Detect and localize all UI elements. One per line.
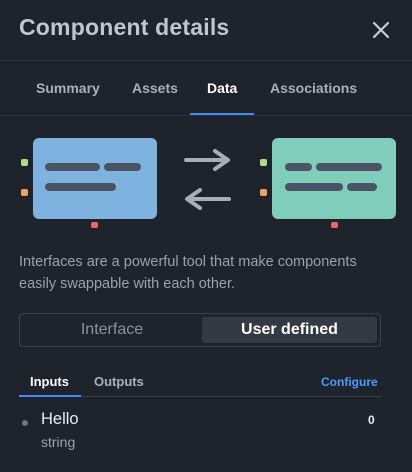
panel-title: Component details [19, 14, 230, 40]
port-green [21, 159, 28, 166]
input-row[interactable]: Hello string 0 [0, 405, 412, 455]
io-tab-active-indicator [19, 395, 81, 397]
tab-bar: Summary Assets Data Associations [0, 60, 412, 116]
configure-link[interactable]: Configure [321, 375, 378, 389]
source-component-card [21, 138, 157, 228]
tab-outputs[interactable]: Outputs [94, 374, 144, 389]
io-tab-bar: Inputs Outputs Configure [0, 366, 412, 398]
tab-active-indicator [190, 113, 254, 115]
port-red [91, 222, 98, 228]
panel-header: Component details [0, 0, 412, 60]
tab-associations[interactable]: Associations [270, 80, 357, 96]
swap-arrows-icon [184, 149, 231, 210]
input-value: 0 [368, 413, 375, 427]
toggle-interface-option[interactable]: Interface [23, 317, 201, 343]
interfaces-description: Interfaces are a powerful tool that make… [19, 254, 357, 292]
tab-summary[interactable]: Summary [36, 80, 100, 96]
interface-mode-toggle: Interface User defined [19, 313, 381, 347]
close-icon[interactable] [369, 18, 393, 42]
toggle-user-defined-option[interactable]: User defined [202, 317, 377, 343]
tab-assets[interactable]: Assets [132, 80, 178, 96]
interface-illustration [0, 116, 412, 246]
tab-data[interactable]: Data [207, 80, 237, 96]
tab-inputs[interactable]: Inputs [30, 374, 69, 389]
input-name: Hello [41, 410, 79, 428]
target-component-card [260, 138, 396, 228]
bullet-icon [22, 420, 28, 426]
input-type: string [41, 434, 76, 450]
port-orange [21, 189, 28, 196]
